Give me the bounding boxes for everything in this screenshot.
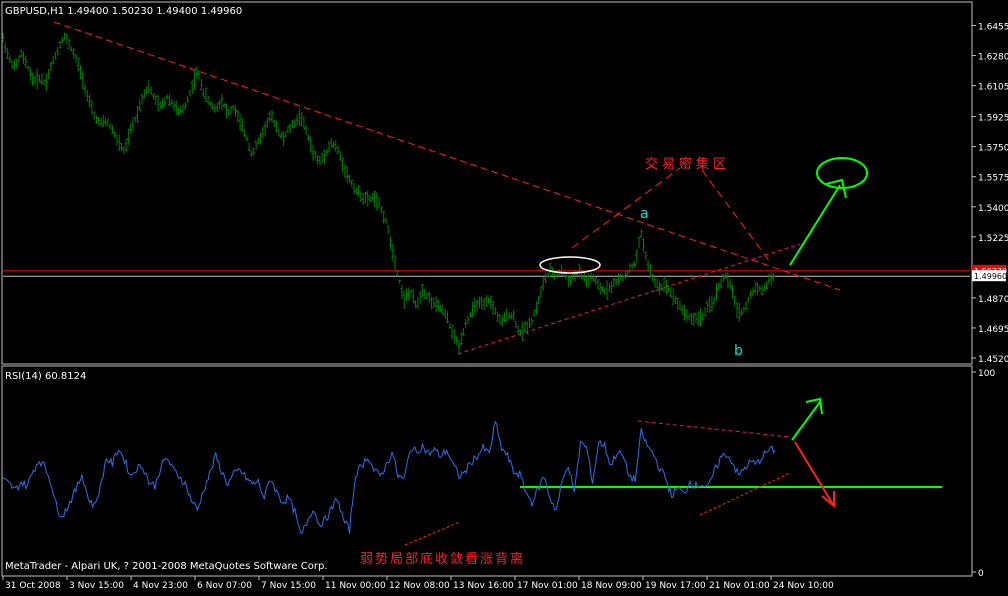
price-tick-label: 1.45200: [978, 355, 1008, 365]
current-price-label: 1.49960: [974, 272, 1007, 281]
time-tick-label: 11 Nov 00:00: [325, 581, 386, 591]
chart-svg: 1.64550 1.62800 1.61050 1.59250 1.57500 1.557…: [0, 0, 1008, 592]
rsi-tick-label: 0: [978, 569, 984, 579]
price-tick-label: 1.61050: [978, 83, 1008, 93]
time-tick-label: 4 Nov 23:00: [133, 581, 188, 591]
zone-label: 交易密集区: [645, 156, 730, 172]
time-tick-label: 31 Oct 2008: [5, 581, 61, 591]
time-tick-label: 12 Nov 08:00: [389, 581, 450, 591]
rsi-pane-title: RSI(14) 60.8124: [5, 371, 86, 382]
price-tick-label: 1.62800: [978, 53, 1008, 63]
price-tick-label: 1.48700: [978, 295, 1008, 305]
time-tick-label: 19 Nov 17:00: [645, 581, 706, 591]
time-tick-label: 17 Nov 01:00: [517, 581, 578, 591]
price-tick-label: 1.55750: [978, 174, 1008, 184]
price-tick-label: 1.57500: [978, 144, 1008, 154]
time-tick-label: 7 Nov 15:00: [261, 581, 316, 591]
price-tick-label: 1.52250: [978, 234, 1008, 244]
time-tick-label: 13 Nov 16:00: [453, 581, 514, 591]
price-tick-label: 1.59250: [978, 114, 1008, 124]
chart-window: 1.64550 1.62800 1.61050 1.59250 1.57500 1.557…: [0, 0, 1008, 592]
copyright-text: MetaTrader - Alpari UK, ? 2001-2008 Meta…: [5, 561, 327, 572]
divergence-label: 弱势局部底收敛看涨背离: [360, 551, 525, 567]
time-tick-label: 6 Nov 07:00: [197, 581, 252, 591]
time-tick-label: 21 Nov 01:00: [709, 581, 770, 591]
point-b-label: b: [734, 343, 743, 359]
point-a-label: a: [640, 206, 649, 222]
time-tick-label: 3 Nov 15:00: [69, 581, 124, 591]
rsi-tick-label: 100: [978, 369, 995, 379]
price-tick-label: 1.54000: [978, 204, 1008, 214]
time-tick-label: 24 Nov 10:00: [773, 581, 834, 591]
price-tick-label: 1.46950: [978, 325, 1008, 335]
price-tick-label: 1.64550: [978, 22, 1008, 32]
time-tick-label: 18 Nov 09:00: [581, 581, 642, 591]
price-pane-title: GBPUSD,H1 1.49400 1.50230 1.49400 1.4996…: [5, 6, 242, 17]
